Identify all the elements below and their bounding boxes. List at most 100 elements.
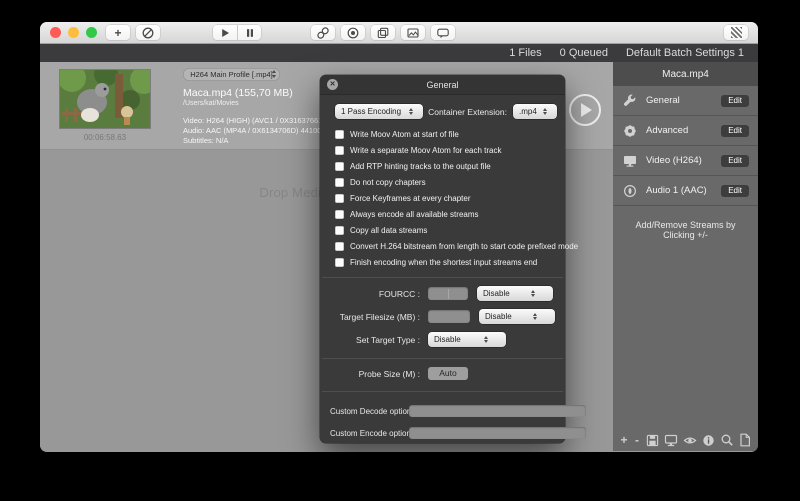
file-play-button[interactable] xyxy=(569,94,601,126)
checkbox[interactable] xyxy=(335,194,344,203)
start-encoding-button[interactable] xyxy=(213,25,237,40)
fourcc-field[interactable] xyxy=(428,287,468,300)
target-filesize-dropdown[interactable]: Disable xyxy=(479,309,555,324)
zoom-window-button[interactable] xyxy=(86,27,97,38)
search-button[interactable] xyxy=(720,433,734,447)
checkbox-label: Write a separate Moov Atom for each trac… xyxy=(350,146,501,155)
general-settings-panel: ✕ General 1 Pass Encoding Container Exte… xyxy=(320,75,565,443)
checkbox-row: Force Keyframes at every chapter xyxy=(335,190,565,206)
encoding-pass-dropdown[interactable]: 1 Pass Encoding xyxy=(335,104,423,119)
checkbox[interactable] xyxy=(335,178,344,187)
audio-info: Audio: AAC (MP4A / 0X6134706D) 44100 HZ xyxy=(183,126,337,136)
log-button[interactable] xyxy=(431,25,455,40)
batch-settings-selector[interactable]: Default Batch Settings 1 xyxy=(626,47,744,59)
record-button[interactable] xyxy=(341,25,365,40)
cancel-button[interactable] xyxy=(136,25,160,40)
stepper-icon xyxy=(401,108,420,116)
display-icon xyxy=(664,434,678,447)
probe-size-label: Probe Size (M) : xyxy=(320,369,420,379)
checkbox[interactable] xyxy=(335,146,344,155)
checkbox-label: Add RTP hinting tracks to the output fil… xyxy=(350,162,491,171)
info-button[interactable] xyxy=(702,433,715,447)
toolbar-toggle-button[interactable] xyxy=(724,25,748,40)
file-path: /Users/kat/Movies xyxy=(183,100,337,107)
stepper-icon xyxy=(272,70,276,78)
batch-windows-button[interactable] xyxy=(371,25,395,40)
close-icon[interactable]: ✕ xyxy=(327,79,338,90)
fourcc-label: FOURCC : xyxy=(320,289,420,299)
sidebar-item-label: Video (H264) xyxy=(646,155,702,166)
sidebar-item-general[interactable]: General Edit xyxy=(613,86,758,116)
queued-count: 0 Queued xyxy=(560,47,608,59)
preset-value: H264 Main Profile [.mp4] xyxy=(190,70,273,79)
save-icon xyxy=(646,434,659,447)
document-button[interactable] xyxy=(739,433,751,447)
target-type-label: Set Target Type : xyxy=(320,335,420,345)
checkbox-row: Write Moov Atom at start of file xyxy=(335,126,565,142)
stepper-icon xyxy=(469,336,504,344)
checkbox-row: Write a separate Moov Atom for each trac… xyxy=(335,142,565,158)
custom-decode-input[interactable] xyxy=(409,405,586,417)
custom-encode-row: Custom Encode options xyxy=(330,427,558,439)
checkbox[interactable] xyxy=(335,210,344,219)
edit-audio-button[interactable]: Edit xyxy=(721,185,749,197)
target-type-row: Set Target Type : Disable xyxy=(320,332,557,347)
custom-decode-row: Custom Decode options xyxy=(330,405,558,417)
target-filesize-row: Target Filesize (MB) : Disable xyxy=(320,309,557,324)
sidebar-item-advanced[interactable]: Advanced Edit xyxy=(613,116,758,146)
status-bar: 1 Files 0 Queued Default Batch Settings … xyxy=(40,44,758,62)
target-filesize-dropdown-value: Disable xyxy=(485,312,519,321)
preset-dropdown[interactable]: H264 Main Profile [.mp4] xyxy=(183,68,280,81)
target-type-dropdown[interactable]: Disable xyxy=(428,332,506,347)
preview-button[interactable] xyxy=(401,25,425,40)
checkbox-row: Finish encoding when the shortest input … xyxy=(335,254,565,270)
sidebar-item-video[interactable]: Video (H264) Edit xyxy=(613,146,758,176)
panel-titlebar: ✕ General xyxy=(320,75,565,95)
checkbox-row: Always encode all available streams xyxy=(335,206,565,222)
pause-encoding-button[interactable] xyxy=(237,25,261,40)
checkbox-label: Copy all data streams xyxy=(350,226,427,235)
save-button[interactable] xyxy=(646,433,659,447)
stepper-icon xyxy=(517,290,551,298)
edit-general-button[interactable]: Edit xyxy=(721,95,749,107)
remove-stream-button[interactable]: - xyxy=(633,433,641,447)
edit-advanced-button[interactable]: Edit xyxy=(721,125,749,137)
sidebar-footer: + - xyxy=(613,429,758,451)
preview-display-button[interactable] xyxy=(664,433,678,447)
join-files-button[interactable] xyxy=(311,25,335,40)
watch-button[interactable] xyxy=(683,433,697,447)
container-extension-dropdown[interactable]: .mp4 xyxy=(513,104,557,119)
checkbox[interactable] xyxy=(335,130,344,139)
video-thumbnail xyxy=(60,70,150,128)
custom-encode-label: Custom Encode options xyxy=(330,429,402,438)
sidebar-item-label: General xyxy=(646,95,680,106)
picture-icon xyxy=(406,26,420,40)
close-window-button[interactable] xyxy=(50,27,61,38)
checkbox-label: Write Moov Atom at start of file xyxy=(350,130,459,139)
file-info: H264 Main Profile [.mp4] Maca.mp4 (155,7… xyxy=(183,68,337,146)
probe-size-auto-button[interactable]: Auto xyxy=(428,367,468,380)
files-count: 1 Files xyxy=(509,47,541,59)
checkbox[interactable] xyxy=(335,242,344,251)
sidebar-hint: Add/Remove Streams by Clicking +/- xyxy=(613,220,758,240)
checkbox[interactable] xyxy=(335,226,344,235)
playpause-group xyxy=(213,25,261,40)
encoding-pass-value: 1 Pass Encoding xyxy=(341,107,401,116)
add-file-button[interactable]: + xyxy=(106,25,130,40)
checkbox-row: Convert H.264 bitstream from length to s… xyxy=(335,238,565,254)
fourcc-dropdown-value: Disable xyxy=(483,289,517,298)
sidebar-item-audio[interactable]: Audio 1 (AAC) Edit xyxy=(613,176,758,206)
target-filesize-field[interactable] xyxy=(428,310,470,323)
custom-encode-input[interactable] xyxy=(409,427,586,439)
checkbox[interactable] xyxy=(335,258,344,267)
minimize-window-button[interactable] xyxy=(68,27,79,38)
fourcc-dropdown[interactable]: Disable xyxy=(477,286,553,301)
edit-video-button[interactable]: Edit xyxy=(721,155,749,167)
add-stream-button[interactable]: + xyxy=(620,433,628,447)
sidebar-item-label: Advanced xyxy=(646,125,688,136)
checkbox-label: Force Keyframes at every chapter xyxy=(350,194,471,203)
prohibited-icon xyxy=(141,26,155,40)
checkbox-row: Copy all data streams xyxy=(335,222,565,238)
checkbox[interactable] xyxy=(335,162,344,171)
play-icon xyxy=(581,103,592,117)
